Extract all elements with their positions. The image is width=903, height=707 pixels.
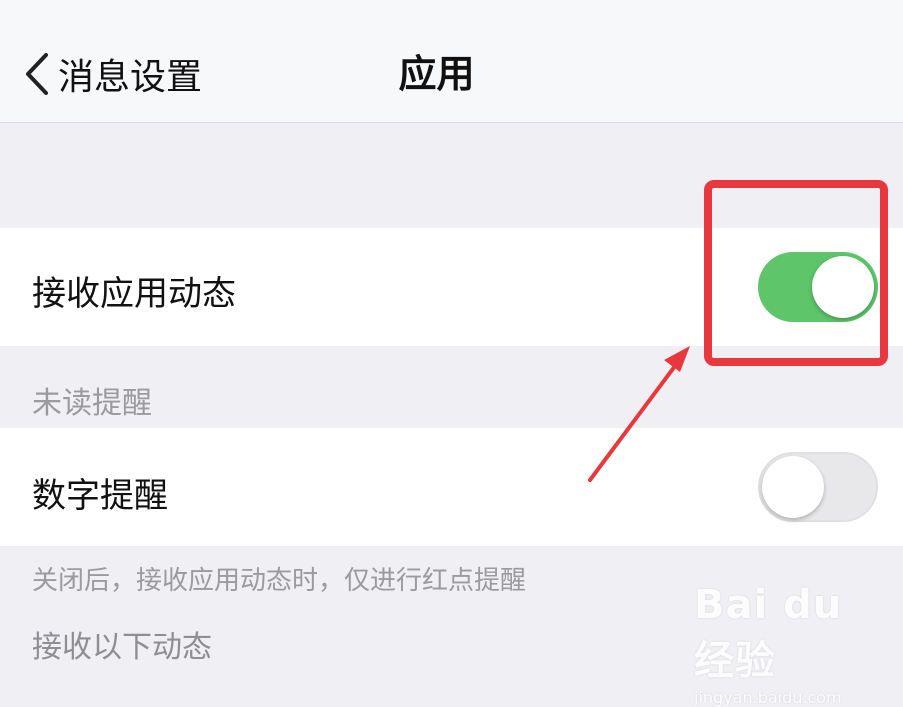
number-badge-row: 数字提醒	[0, 428, 903, 546]
watermark: Bai du 经验 jingyan.baidu.com	[694, 582, 894, 707]
number-badge-toggle[interactable]	[758, 452, 878, 522]
page-title: 应用	[398, 52, 475, 96]
toggle-knob	[762, 456, 824, 518]
watermark-logo: Bai du 经验	[694, 582, 843, 684]
navigation-bar: 消息设置 应用	[0, 0, 903, 123]
receive-app-updates-label: 接收应用动态	[32, 274, 236, 314]
number-badge-hint: 关闭后，接收应用动态时，仅进行红点提醒	[32, 566, 527, 596]
watermark-url: jingyan.baidu.com	[694, 688, 842, 707]
highlight-box	[704, 180, 888, 366]
receive-following-label: 接收以下动态	[32, 630, 212, 665]
unread-section-label: 未读提醒	[32, 386, 152, 421]
number-badge-label: 数字提醒	[32, 476, 168, 516]
